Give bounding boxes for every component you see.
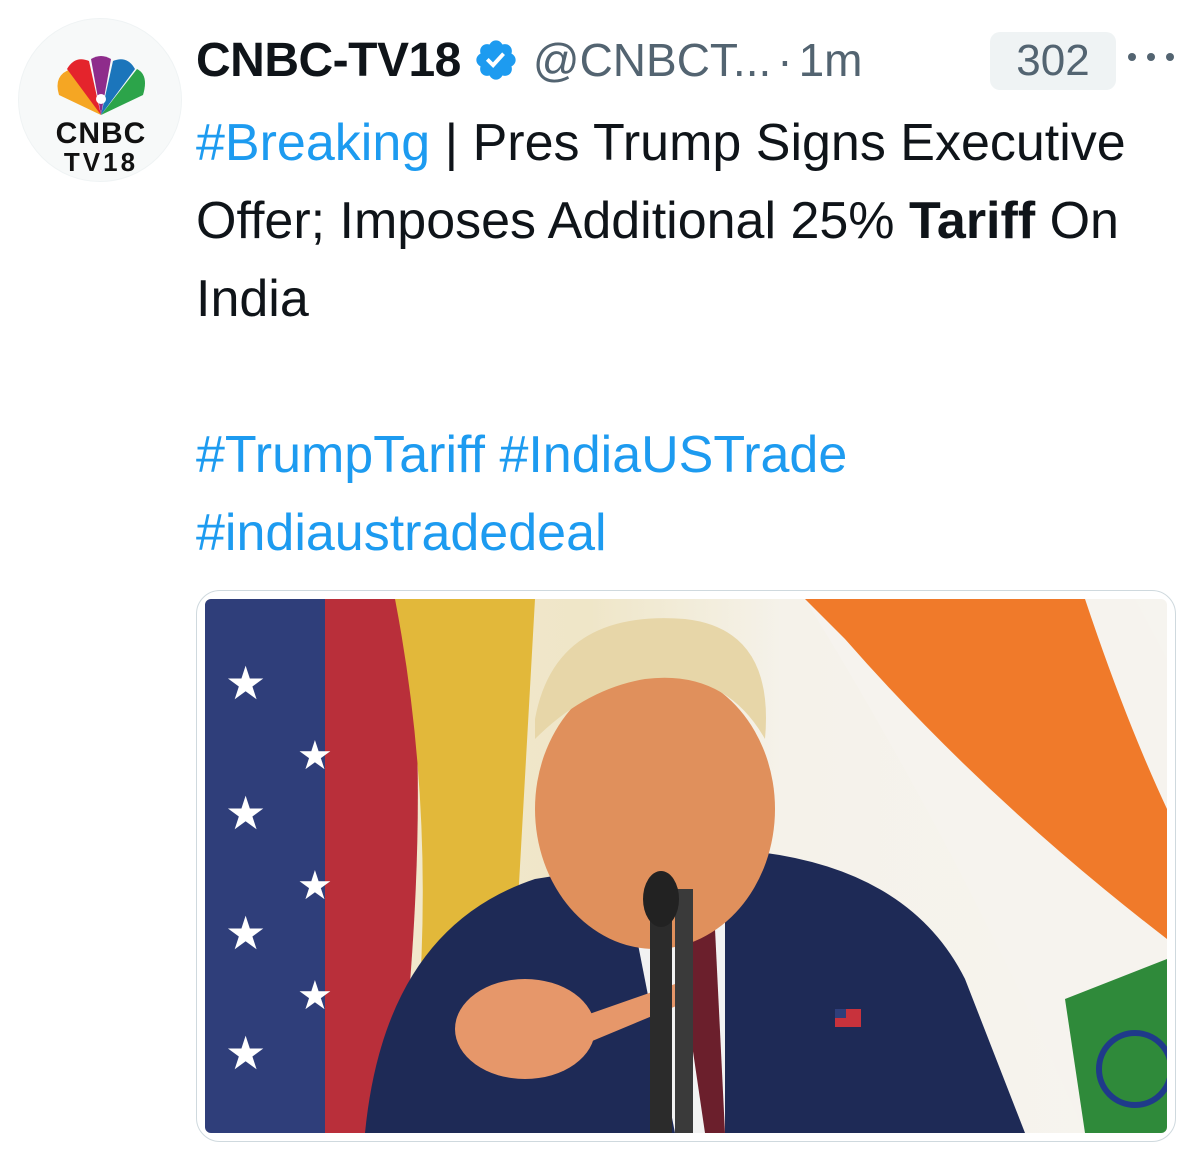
tweet-headline: #Breaking | Pres Trump Signs Executive O… bbox=[196, 104, 1156, 338]
hashtag-indiaustradedeal-link[interactable]: #indiaustradedeal bbox=[196, 504, 607, 562]
svg-text:★: ★ bbox=[225, 1026, 266, 1080]
more-dot bbox=[1128, 53, 1136, 61]
hashtag-trumptariff-link[interactable]: #TrumpTariff bbox=[196, 426, 485, 484]
photo-illustration: ★ ★ ★ ★ ★ ★ ★ bbox=[205, 599, 1167, 1133]
header-separator: · bbox=[777, 34, 793, 86]
tweet-hashtags: #TrumpTariff #IndiaUSTrade #indiaustrade… bbox=[196, 416, 1156, 572]
more-dot bbox=[1147, 53, 1155, 61]
tweet-timestamp[interactable]: 1m bbox=[799, 33, 863, 87]
cnbc-peacock-logo bbox=[57, 56, 145, 115]
account-avatar[interactable]: CNBC TV18 bbox=[18, 18, 182, 182]
account-handle[interactable]: @CNBCT... bbox=[533, 33, 771, 87]
tweet-text: #Breaking | Pres Trump Signs Executive O… bbox=[196, 104, 1156, 572]
verified-badge-icon[interactable] bbox=[473, 37, 519, 83]
tweet-photo[interactable]: ★ ★ ★ ★ ★ ★ ★ bbox=[205, 599, 1167, 1133]
svg-text:★: ★ bbox=[225, 656, 266, 710]
svg-text:★: ★ bbox=[297, 863, 333, 909]
svg-text:★: ★ bbox=[225, 786, 266, 840]
svg-text:★: ★ bbox=[297, 733, 333, 779]
avatar-text-cnbc: CNBC bbox=[55, 117, 147, 150]
more-dot bbox=[1166, 53, 1174, 61]
avatar-text-tv18: TV18 bbox=[63, 147, 139, 177]
hashtag-indiaustrade-link[interactable]: #IndiaUSTrade bbox=[499, 426, 847, 484]
headline-bold-text: Tariff bbox=[909, 192, 1036, 250]
svg-text:★: ★ bbox=[225, 906, 266, 960]
headline-separator: | bbox=[444, 114, 459, 172]
view-count-badge: 302 bbox=[990, 32, 1116, 90]
more-options-icon[interactable] bbox=[1128, 42, 1174, 72]
hashtag-breaking-link[interactable]: #Breaking bbox=[196, 114, 430, 172]
tweet-media-card[interactable]: ★ ★ ★ ★ ★ ★ ★ bbox=[196, 590, 1176, 1142]
svg-text:★: ★ bbox=[297, 973, 333, 1019]
tweet-header: CNBC-TV18 @CNBCT... · 1m bbox=[196, 28, 863, 92]
account-name[interactable]: CNBC-TV18 bbox=[196, 33, 461, 88]
